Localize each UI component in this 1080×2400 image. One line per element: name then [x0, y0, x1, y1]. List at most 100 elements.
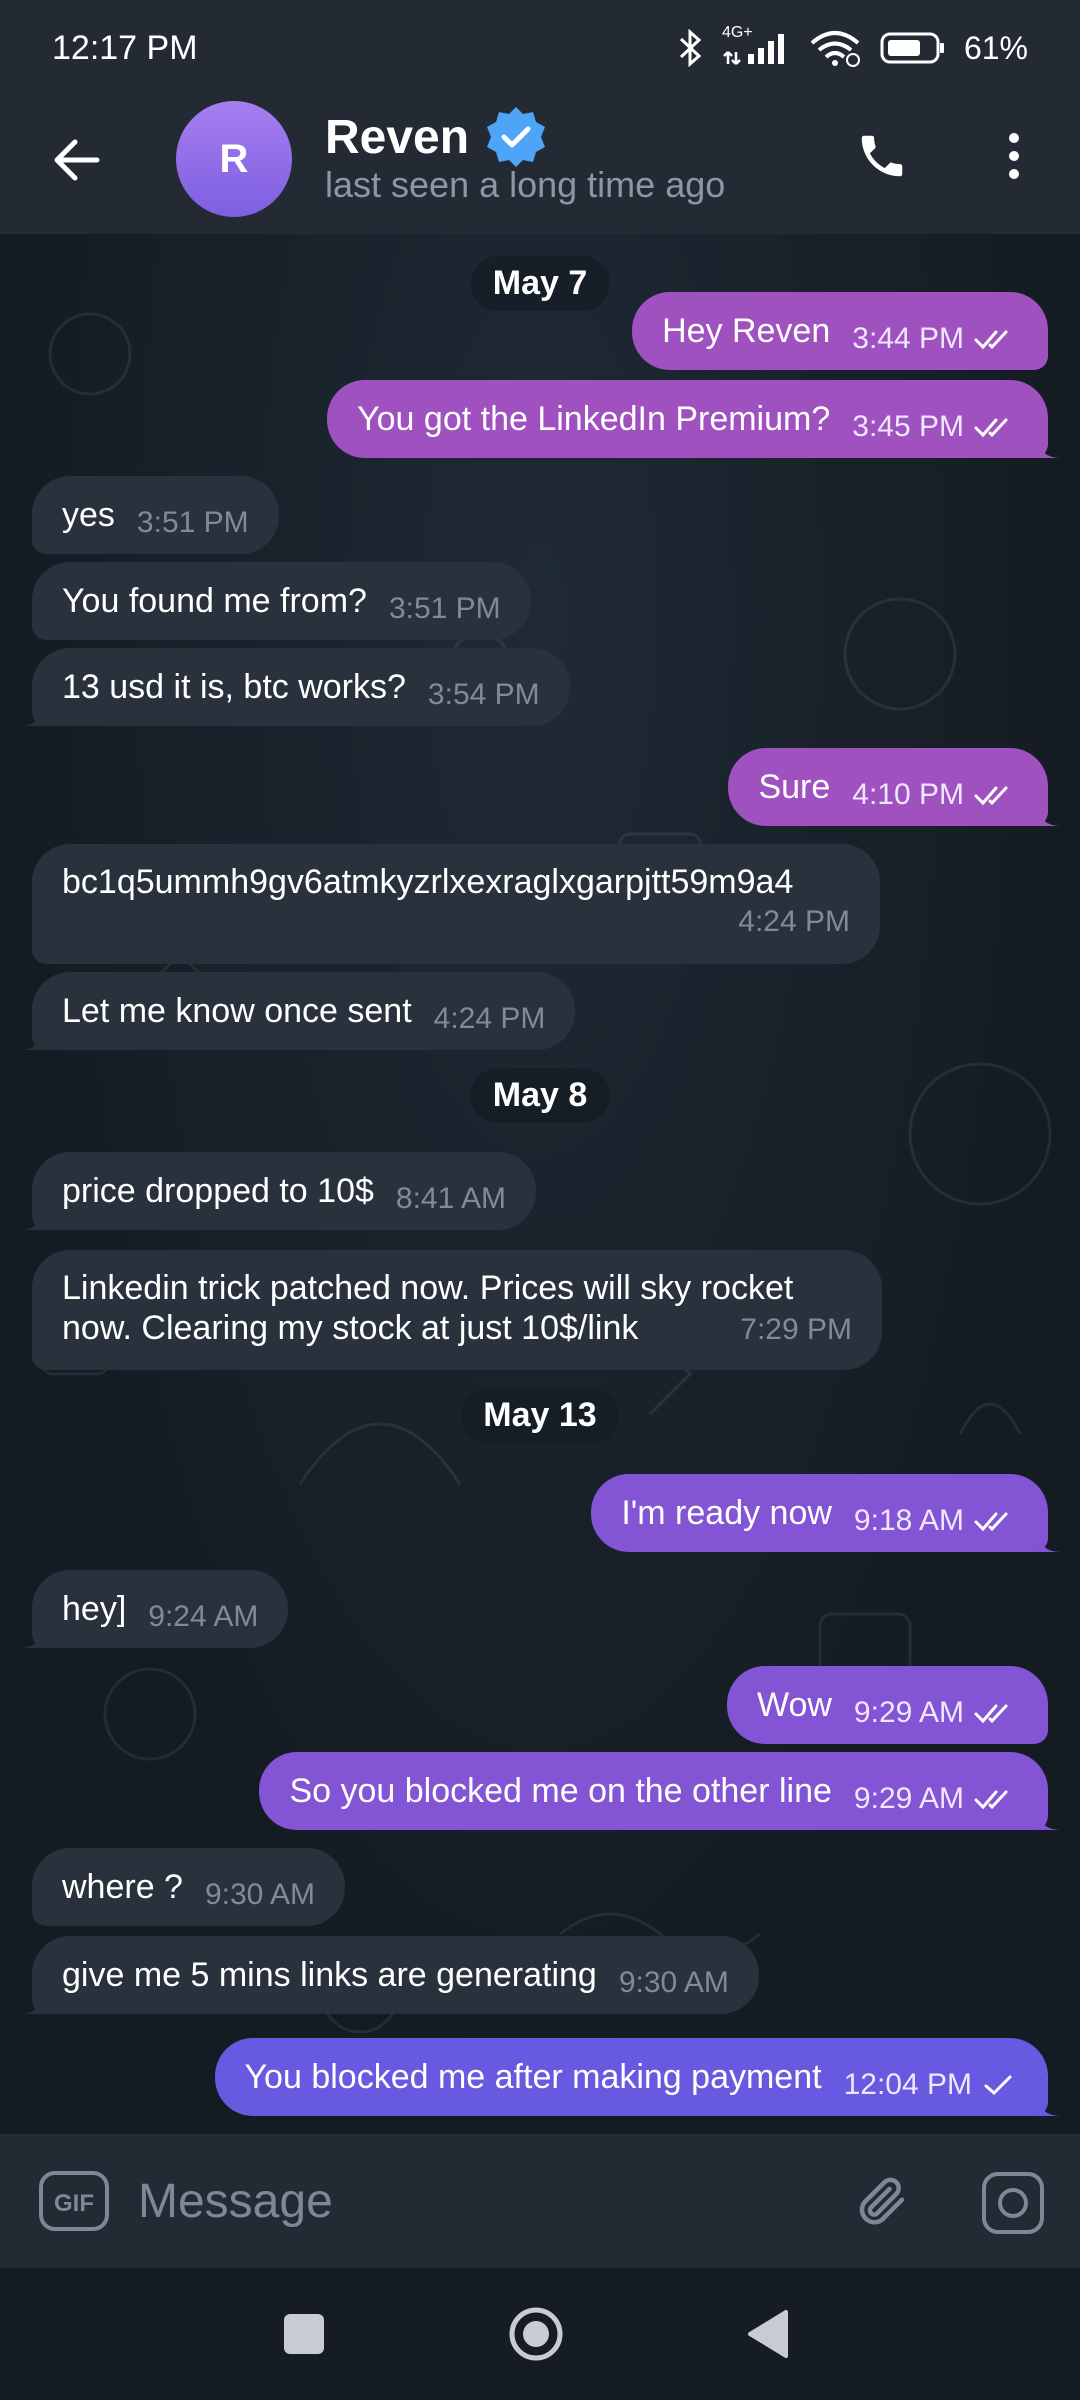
message-incoming[interactable]: where ? 9:30 AM	[32, 1848, 346, 1926]
message-outgoing[interactable]: You got the LinkedIn Premium? 3:45 PM	[327, 380, 1060, 458]
message-time: 3:51 PM	[388, 592, 501, 625]
message-time: 9:18 AM	[853, 1504, 964, 1537]
system-navigation-bar	[0, 2268, 1080, 2400]
message-input[interactable]	[138, 2164, 778, 2238]
message-incoming[interactable]: Linkedin trick patched now. Prices will …	[32, 1250, 882, 1370]
message-text: give me 5 mins links are generating	[62, 1955, 597, 1994]
message-incoming[interactable]: price dropped to 10$ 8:41 AM	[20, 1152, 536, 1230]
bubble-tail	[20, 1992, 44, 2014]
bubble-tail	[20, 1626, 44, 1648]
battery-icon	[880, 31, 946, 65]
bubble-tail	[1036, 1530, 1060, 1552]
double-check-icon	[974, 418, 1008, 438]
avatar[interactable]: R	[176, 101, 292, 217]
double-check-icon	[974, 1704, 1008, 1724]
recent-apps-button[interactable]	[284, 2314, 324, 2354]
battery-percent: 61%	[963, 29, 1028, 66]
date-separator: May 13	[461, 1388, 619, 1443]
message-meta: 9:29 AM	[854, 1696, 1018, 1730]
message-meta: 3:44 PM	[852, 322, 1018, 356]
message-incoming[interactable]: give me 5 mins links are generating 9:30…	[20, 1936, 759, 2014]
message-incoming[interactable]: Let me know once sent 4:24 PM	[20, 972, 576, 1050]
message-time: 3:51 PM	[136, 506, 249, 539]
triangle-back-icon	[748, 2310, 788, 2358]
message-time: 9:30 AM	[204, 1878, 316, 1911]
cellular-icon: 4G+	[722, 24, 790, 66]
verified-badge-icon	[487, 107, 546, 167]
message-text: 13 usd it is, btc works?	[62, 667, 406, 706]
gif-label: GIF	[54, 2190, 94, 2217]
home-button[interactable]	[508, 2306, 564, 2362]
message-time: 4:24 PM	[433, 1002, 546, 1035]
message-meta: 3:45 PM	[852, 410, 1018, 444]
message-incoming[interactable]: bc1q5ummh9gv6atmkyzrlxexraglxgarpjtt59m9…	[32, 844, 880, 964]
message-time: 3:44 PM	[852, 322, 964, 355]
bluetooth-icon	[678, 29, 704, 67]
message-text: bc1q5ummh9gv6atmkyzrlxexraglxgarpjtt59m9…	[62, 863, 794, 901]
message-incoming[interactable]: hey] 9:24 AM	[20, 1570, 289, 1648]
message-time: 9:30 AM	[618, 1966, 729, 1999]
message-outgoing[interactable]: So you blocked me on the other line 9:29…	[259, 1752, 1060, 1830]
message-time: 12:04 PM	[843, 2068, 972, 2101]
call-button[interactable]	[852, 126, 912, 186]
status-bar: 12:17 PM 4G+ 61%	[0, 0, 1080, 96]
date-separator: May 7	[470, 256, 610, 311]
paperclip-icon	[859, 2177, 905, 2225]
chat-area[interactable]: May 7 Hey Reven 3:44 PM You got the Link…	[0, 234, 1080, 2134]
message-outgoing[interactable]: I'm ready now 9:18 AM	[591, 1474, 1060, 1552]
system-back-button[interactable]	[746, 2308, 790, 2360]
message-incoming[interactable]: 13 usd it is, btc works? 3:54 PM	[20, 648, 570, 726]
message-text: You got the LinkedIn Premium?	[357, 399, 831, 438]
wifi-icon	[808, 29, 862, 67]
message-text: hey]	[62, 1589, 127, 1628]
message-incoming[interactable]: You found me from? 3:51 PM	[32, 562, 531, 640]
chat-header: R Reven last seen a long time ago	[0, 96, 1080, 234]
bubble-tail	[1036, 2094, 1060, 2116]
message-outgoing[interactable]: Hey Reven 3:44 PM	[632, 292, 1048, 370]
more-options-button[interactable]	[990, 126, 1038, 186]
camera-button[interactable]	[980, 2170, 1046, 2236]
message-text: price dropped to 10$	[62, 1171, 374, 1210]
message-text: Sure	[758, 767, 831, 806]
message-text: where ?	[62, 1867, 183, 1906]
back-button[interactable]	[48, 132, 104, 188]
date-separator: May 8	[470, 1068, 610, 1123]
message-outgoing[interactable]: Sure 4:10 PM	[728, 748, 1060, 826]
message-time: 9:29 AM	[853, 1696, 964, 1729]
message-time: 3:54 PM	[427, 678, 540, 711]
single-check-icon	[984, 2075, 1012, 2096]
message-text: Hey Reven	[662, 311, 831, 350]
message-outgoing[interactable]: You blocked me after making payment 12:0…	[214, 2038, 1060, 2116]
message-text: You found me from?	[62, 581, 367, 620]
message-time: 7:29 PM	[740, 1313, 852, 1346]
home-circle-icon	[509, 2307, 563, 2361]
contact-name: Reven	[325, 110, 470, 164]
network-type: 4G+	[721, 24, 753, 41]
message-text: You blocked me after making payment	[244, 2057, 822, 2096]
double-check-icon	[974, 330, 1008, 350]
message-time: 9:24 AM	[148, 1600, 259, 1633]
message-time: 3:45 PM	[852, 410, 964, 443]
bubble-tail	[1036, 804, 1060, 826]
attach-button[interactable]	[852, 2170, 912, 2232]
message-text: Wow	[756, 1685, 832, 1724]
message-meta: 12:04 PM	[844, 2068, 1018, 2102]
bubble-tail	[20, 704, 44, 726]
arrow-left-icon	[54, 139, 100, 181]
status-time: 12:17 PM	[52, 28, 198, 67]
last-seen-status: last seen a long time ago	[325, 164, 726, 205]
gif-icon: GIF	[39, 2171, 109, 2231]
message-meta: 9:18 AM	[854, 1504, 1018, 1538]
avatar-letter: R	[219, 136, 249, 181]
gif-button[interactable]: GIF	[38, 2170, 110, 2232]
message-incoming[interactable]: yes 3:51 PM	[32, 476, 279, 554]
more-vertical-icon	[1009, 133, 1019, 179]
contact-name-row[interactable]: Reven	[325, 104, 549, 170]
bubble-tail	[1036, 1808, 1060, 1830]
phone-icon	[861, 135, 903, 177]
double-check-icon	[974, 1512, 1008, 1532]
message-text: I'm ready now	[621, 1493, 832, 1532]
message-text: So you blocked me on the other line	[289, 1771, 832, 1810]
status-icons: 4G+ 61%	[678, 24, 1028, 67]
message-outgoing[interactable]: Wow 9:29 AM	[726, 1666, 1048, 1744]
